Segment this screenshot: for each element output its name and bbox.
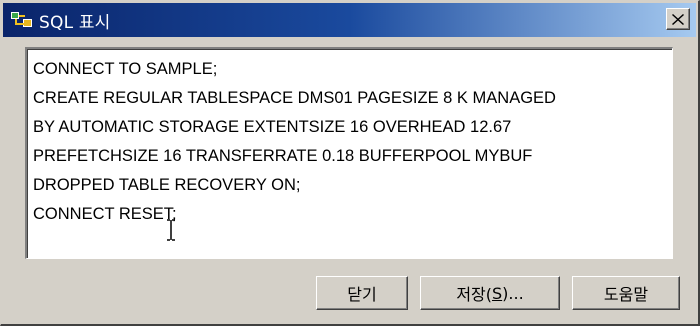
save-button-mnemonic: S: [492, 283, 503, 303]
help-button-label: 도움말: [603, 285, 649, 304]
sql-line: PREFETCHSIZE 16 TRANSFERRATE 0.18 BUFFER…: [33, 147, 533, 165]
save-button[interactable]: 저장(S)...: [420, 276, 560, 310]
window-title: SQL 표시: [39, 12, 111, 33]
help-button[interactable]: 도움말: [572, 276, 680, 310]
sql-display-dialog: SQL 표시 CONNECT TO SAMPLE; CREATE REGULAR…: [0, 0, 700, 326]
text-cursor-ibeam-icon: [166, 219, 176, 241]
sql-line: CREATE REGULAR TABLESPACE DMS01 PAGESIZE…: [33, 89, 556, 107]
save-button-label-prefix: 저장(: [456, 285, 493, 304]
close-icon: [672, 10, 684, 29]
close-button[interactable]: 닫기: [316, 276, 408, 310]
db2-app-icon: [11, 10, 33, 30]
sql-line: BY AUTOMATIC STORAGE EXTENTSIZE 16 OVERH…: [33, 118, 512, 136]
sql-line: CONNECT RESET;: [33, 205, 177, 223]
save-button-label-suffix: )...: [502, 283, 524, 303]
sql-line: CONNECT TO SAMPLE;: [33, 60, 218, 78]
sql-text-area[interactable]: CONNECT TO SAMPLE; CREATE REGULAR TABLES…: [25, 47, 673, 259]
close-button-label: 닫기: [347, 285, 377, 304]
sql-line: DROPPED TABLE RECOVERY ON;: [33, 176, 301, 194]
close-window-button[interactable]: [666, 8, 690, 30]
title-bar[interactable]: SQL 표시: [3, 3, 696, 37]
